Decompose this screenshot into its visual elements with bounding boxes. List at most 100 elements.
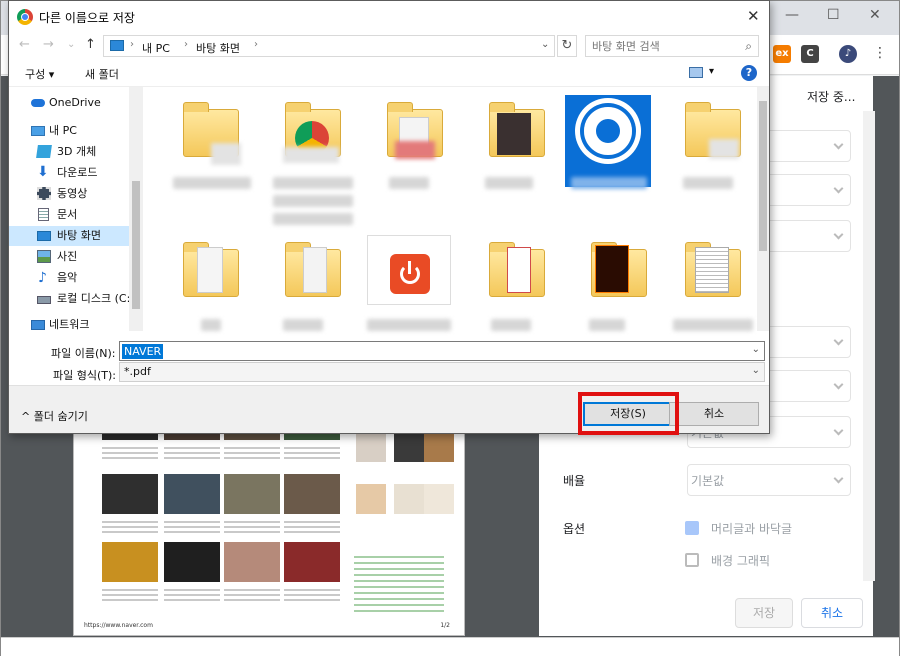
blurred-thumbnail (395, 141, 435, 159)
preview-thumbnail (394, 432, 424, 462)
cube-icon (36, 145, 52, 158)
nav-item-local-disk[interactable]: 로컬 디스크 (C: (9, 289, 129, 309)
address-row: ← → ⌄ ↑ › 내 PC › 바탕 화면 › ⌄ ↻ ⌕ (9, 33, 769, 59)
chrome-icon (17, 9, 33, 25)
blurred-thumbnail (211, 143, 241, 165)
nav-item-pictures[interactable]: 사진 (9, 247, 129, 267)
save-as-dialog: 다른 이름으로 저장 ✕ ← → ⌄ ↑ › 내 PC › 바탕 화면 › ⌄ … (8, 0, 770, 434)
dialog-close-button[interactable]: ✕ (747, 7, 760, 25)
file-name-blurred (491, 319, 531, 331)
blurred-thumbnail (283, 147, 339, 163)
extension-music-icon[interactable]: ♪ (839, 45, 857, 63)
print-save-button[interactable]: 저장 (735, 598, 793, 628)
address-bar[interactable]: › 내 PC › 바탕 화면 › (103, 35, 555, 57)
network-icon (31, 320, 45, 330)
view-dropdown-icon[interactable]: ▾ (709, 66, 714, 77)
power-app-tile (367, 235, 451, 305)
print-cancel-button[interactable]: 취소 (801, 598, 863, 628)
preview-caption (224, 444, 280, 460)
cloud-icon (31, 99, 45, 107)
breadcrumb-desktop[interactable]: 바탕 화면 (196, 40, 240, 56)
file-type-select[interactable]: *.pdf ⌄ (119, 362, 765, 382)
address-dropdown-icon[interactable]: ⌄ (541, 39, 549, 50)
browser-menu-icon[interactable]: ⋮ (873, 45, 887, 61)
nav-item-documents[interactable]: 문서 (9, 205, 129, 225)
file-name-blurred (273, 177, 353, 189)
help-icon[interactable]: ? (741, 65, 757, 81)
nav-item-my-pc[interactable]: 내 PC (9, 121, 129, 141)
close-button[interactable]: ✕ (869, 7, 881, 23)
nav-item-3d-objects[interactable]: 3D 개체 (9, 142, 129, 162)
options-label: 옵션 (563, 522, 586, 536)
preview-caption (284, 518, 340, 534)
nav-item-label: 동영상 (57, 187, 88, 200)
file-type-dropdown-icon[interactable]: ⌄ (752, 365, 760, 376)
image-thumbnail (497, 113, 531, 155)
preview-thumbnail (284, 474, 340, 514)
print-panel-scrollbar[interactable] (863, 111, 875, 581)
search-input[interactable] (586, 36, 736, 56)
preview-footer-url: https://www.naver.com (84, 622, 153, 629)
minimize-button[interactable]: — (785, 7, 799, 23)
document-icon (38, 208, 49, 221)
document-icon (303, 247, 327, 293)
headers-footers-label: 머리글과 바닥글 (711, 522, 793, 536)
up-arrow-icon[interactable]: ↑ (85, 37, 96, 52)
preview-caption (102, 444, 158, 460)
background-graphics-checkbox[interactable] (685, 553, 699, 567)
nav-pane-scrollbar[interactable] (129, 87, 143, 331)
file-name-blurred (485, 177, 533, 189)
nav-item-label: 3D 개체 (57, 145, 97, 158)
nav-item-label: 로컬 디스크 (C: (57, 292, 129, 305)
nav-item-videos[interactable]: 동영상 (9, 184, 129, 204)
nav-item-desktop[interactable]: 바탕 화면 (9, 226, 129, 246)
preview-thumbnail (356, 432, 386, 462)
file-name-blurred (673, 319, 753, 331)
preview-thumbnail (102, 542, 158, 582)
settings-app-icon (565, 95, 651, 187)
nav-item-label: OneDrive (49, 96, 101, 109)
file-name-input[interactable]: NAVER ⌄ (119, 341, 765, 361)
organize-button[interactable]: 구성 ▾ (25, 66, 54, 82)
preview-thumbnail (284, 542, 340, 582)
forward-arrow-icon[interactable]: → (43, 37, 54, 52)
power-icon (390, 254, 430, 294)
view-options-icon[interactable] (689, 67, 703, 78)
document-icon (695, 247, 729, 293)
nav-item-onedrive[interactable]: OneDrive (9, 93, 129, 113)
refresh-button[interactable]: ↻ (557, 35, 577, 57)
print-preview-page: https://www.naver.com 1/2 (73, 410, 465, 636)
gear-icon (584, 107, 632, 155)
preview-thumbnail (224, 542, 280, 582)
preview-thumbnail (394, 484, 424, 514)
back-arrow-icon[interactable]: ← (19, 37, 30, 52)
background-graphics-label: 배경 그래픽 (711, 554, 771, 568)
navigation-pane: OneDrive 내 PC 3D 개체 ⬇ 다운로드 동영상 문서 바탕 화면 (9, 87, 143, 331)
extension-orange-icon[interactable]: ex (773, 45, 791, 63)
headers-footers-checkbox[interactable] (685, 521, 699, 535)
preview-caption (284, 444, 340, 460)
scale-label: 배율 (563, 474, 586, 488)
nav-item-music[interactable]: ♪ 음악 (9, 268, 129, 288)
maximize-button[interactable]: ☐ (827, 7, 840, 23)
new-folder-button[interactable]: 새 폴더 (85, 66, 119, 82)
breadcrumb-separator: › (254, 39, 258, 50)
file-name-dropdown-icon[interactable]: ⌄ (752, 344, 760, 355)
file-name-blurred (201, 319, 221, 331)
file-name-blurred (283, 319, 323, 331)
nav-item-label: 내 PC (49, 124, 77, 137)
preview-caption (284, 586, 340, 602)
cancel-button[interactable]: 취소 (669, 402, 759, 426)
nav-item-downloads[interactable]: ⬇ 다운로드 (9, 163, 129, 183)
nav-item-label: 네트워크 (49, 318, 90, 331)
preview-caption (102, 518, 158, 534)
breadcrumb-my-pc[interactable]: 내 PC (142, 40, 170, 56)
nav-item-label: 사진 (57, 250, 78, 263)
file-type-value: *.pdf (124, 365, 151, 378)
nav-item-network[interactable]: 네트워크 (9, 315, 129, 335)
extension-c-icon[interactable]: C (801, 45, 819, 63)
hide-folders-button[interactable]: ^ 폴더 숨기기 (21, 408, 88, 424)
search-icon[interactable]: ⌕ (745, 39, 752, 54)
recent-locations-icon[interactable]: ⌄ (67, 39, 75, 50)
file-list-scrollbar[interactable] (757, 87, 769, 331)
